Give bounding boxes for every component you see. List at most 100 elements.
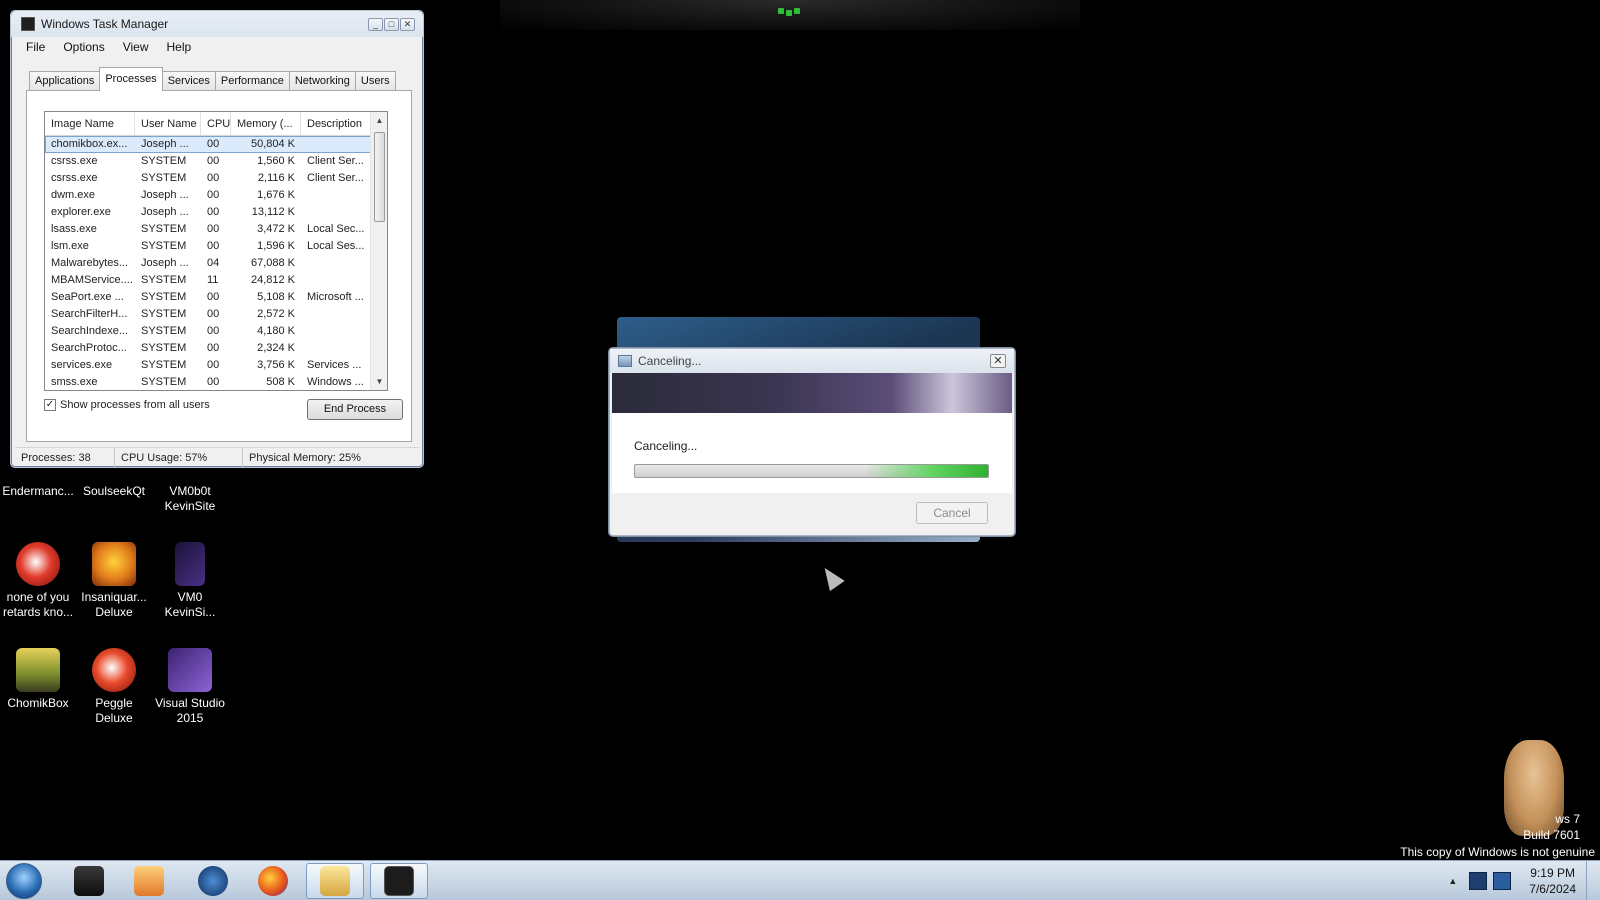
chomikbox-icon (16, 648, 60, 692)
visual-studio-icon (168, 648, 212, 692)
show-desktop-button[interactable] (1586, 861, 1600, 900)
process-cell: 00 (207, 172, 220, 184)
process-cell: Local Sec... (307, 223, 365, 235)
dialog-title: Canceling... (638, 354, 702, 368)
taskbar-media-player[interactable] (120, 863, 178, 899)
process-cell: chomikbox.ex... (51, 138, 128, 150)
taskbar-globe[interactable] (184, 863, 242, 899)
column-memory[interactable]: Memory (... (231, 112, 301, 135)
show-hidden-icons-arrow[interactable]: ▲ (1448, 876, 1457, 886)
column-user-name[interactable]: User Name (135, 112, 201, 135)
menu-options[interactable]: Options (63, 40, 104, 54)
firefox-icon (258, 866, 288, 896)
process-row[interactable]: csrss.exe SYSTEM 00 1,560 K Client Ser... (45, 153, 387, 170)
process-row[interactable]: explorer.exe Joseph ... 00 13,112 K (45, 204, 387, 221)
process-cell: Windows ... (307, 376, 364, 388)
process-cell: Joseph ... (141, 257, 189, 269)
tab-services[interactable]: Services (161, 71, 216, 91)
process-list-scrollbar[interactable]: ▲ ▼ (370, 112, 387, 390)
green-dot (786, 10, 792, 16)
show-all-processes-checkbox[interactable]: ✓ Show processes from all users (44, 399, 210, 411)
process-list[interactable]: Image Name User Name CPU Memory (... Des… (44, 111, 388, 391)
column-description[interactable]: Description (301, 112, 373, 135)
status-cpu-usage: CPU Usage: 57% (115, 448, 243, 467)
process-cell: 00 (207, 325, 220, 337)
process-cell: csrss.exe (51, 155, 98, 167)
menu-view[interactable]: View (123, 40, 149, 54)
taskbar-task-manager[interactable] (370, 863, 428, 899)
process-cell: lsm.exe (51, 240, 89, 252)
process-cell: SYSTEM (141, 274, 187, 286)
process-cell: 00 (207, 155, 220, 167)
scroll-thumb[interactable] (374, 132, 385, 222)
process-row[interactable]: services.exe SYSTEM 00 3,756 K Services ... (45, 357, 387, 374)
menu-file[interactable]: File (26, 40, 45, 54)
media-player-icon (134, 866, 164, 896)
folder-icon (320, 866, 350, 896)
task-manager-icon (384, 866, 414, 896)
process-cell: 1,596 K (257, 240, 295, 252)
desktop-icon-insaniquarium[interactable]: Insaniquar... Deluxe (76, 542, 152, 620)
scroll-down-icon[interactable]: ▼ (371, 373, 387, 390)
process-row[interactable]: csrss.exe SYSTEM 00 2,116 K Client Ser... (45, 170, 387, 187)
process-cell: 00 (207, 376, 220, 388)
close-icon[interactable]: ✕ (400, 17, 415, 31)
start-button[interactable] (6, 863, 42, 899)
taskbar-firefox[interactable] (244, 863, 302, 899)
end-process-button[interactable]: End Process (307, 399, 403, 420)
process-cell: SYSTEM (141, 376, 187, 388)
dialog-body: Canceling... (612, 413, 1012, 493)
process-cell: SYSTEM (141, 359, 187, 371)
watermark-line1: ws 7 (1555, 812, 1580, 826)
dialog-titlebar[interactable]: Canceling... ✕ (610, 349, 1014, 373)
process-row[interactable]: dwm.exe Joseph ... 00 1,676 K (45, 187, 387, 204)
process-cell: 2,116 K (257, 172, 295, 184)
process-row[interactable]: SearchFilterH... SYSTEM 00 2,572 K (45, 306, 387, 323)
desktop-icon-vm0-kevinsi[interactable]: VM0 KevinSi... (152, 542, 228, 620)
tab-processes[interactable]: Processes (99, 67, 163, 91)
process-row[interactable]: chomikbox.ex... Joseph ... 00 50,804 K (45, 136, 387, 153)
taskbar-explorer[interactable] (306, 863, 364, 899)
clock[interactable]: 9:19 PM 7/6/2024 (1529, 865, 1576, 897)
task-manager-titlebar[interactable]: Windows Task Manager _ □ ✕ (11, 11, 423, 37)
process-row[interactable]: SeaPort.exe ... SYSTEM 00 5,108 K Microsoft … (45, 289, 387, 306)
process-row[interactable]: SearchIndexe... SYSTEM 00 4,180 K (45, 323, 387, 340)
minimize-icon[interactable]: _ (368, 17, 383, 31)
dialog-message: Canceling... (634, 439, 698, 453)
process-row[interactable]: SearchProtoc... SYSTEM 00 2,324 K (45, 340, 387, 357)
globe-icon (198, 866, 228, 896)
process-cell: 00 (207, 206, 220, 218)
desktop-icon-peggle-deluxe[interactable]: Peggle Deluxe (76, 648, 152, 726)
process-row[interactable]: smss.exe SYSTEM 00 508 K Windows ... (45, 374, 387, 390)
close-icon[interactable]: ✕ (990, 354, 1006, 368)
desktop-icon-soulseekqt[interactable]: SoulseekQt (76, 470, 152, 499)
process-row[interactable]: lsm.exe SYSTEM 00 1,596 K Local Ses... (45, 238, 387, 255)
cancel-button[interactable]: Cancel (916, 502, 988, 524)
network-icon[interactable] (1469, 872, 1488, 890)
taskbar-terminal[interactable] (60, 863, 118, 899)
tab-applications[interactable]: Applications (29, 71, 101, 91)
menu-help[interactable]: Help (167, 40, 192, 54)
process-cell: SYSTEM (141, 342, 187, 354)
desktop-icon-vm0b0t-kevinsite[interactable]: VM0b0t KevinSite (152, 470, 228, 514)
column-image-name[interactable]: Image Name (45, 112, 135, 135)
process-cell: SearchProtoc... (51, 342, 127, 354)
maximize-icon[interactable]: □ (384, 17, 399, 31)
process-row[interactable]: MBAMService.... SYSTEM 11 24,812 K (45, 272, 387, 289)
app-icon (16, 470, 60, 480)
process-cell: 00 (207, 223, 220, 235)
tray-app-icon[interactable] (1493, 872, 1512, 890)
process-row[interactable]: lsass.exe SYSTEM 00 3,472 K Local Sec... (45, 221, 387, 238)
taskbar: ▲ 9:19 PM 7/6/2024 (0, 860, 1600, 900)
desktop-icon-visual-studio[interactable]: Visual Studio 2015 (152, 648, 228, 726)
tab-users[interactable]: Users (354, 71, 396, 91)
desktop-icon-none-of-you[interactable]: none of you retards kno... (0, 542, 76, 620)
checkbox-check-icon[interactable]: ✓ (44, 399, 56, 411)
process-row[interactable]: Malwarebytes... Joseph ... 04 67,088 K (45, 255, 387, 272)
tab-performance[interactable]: Performance (214, 71, 290, 91)
tab-networking[interactable]: Networking (288, 71, 356, 91)
scroll-up-icon[interactable]: ▲ (371, 112, 387, 129)
desktop-icon-endermanch[interactable]: Endermanc... (0, 470, 76, 499)
column-cpu[interactable]: CPU (201, 112, 231, 135)
desktop-icon-chomikbox[interactable]: ChomikBox (0, 648, 76, 711)
